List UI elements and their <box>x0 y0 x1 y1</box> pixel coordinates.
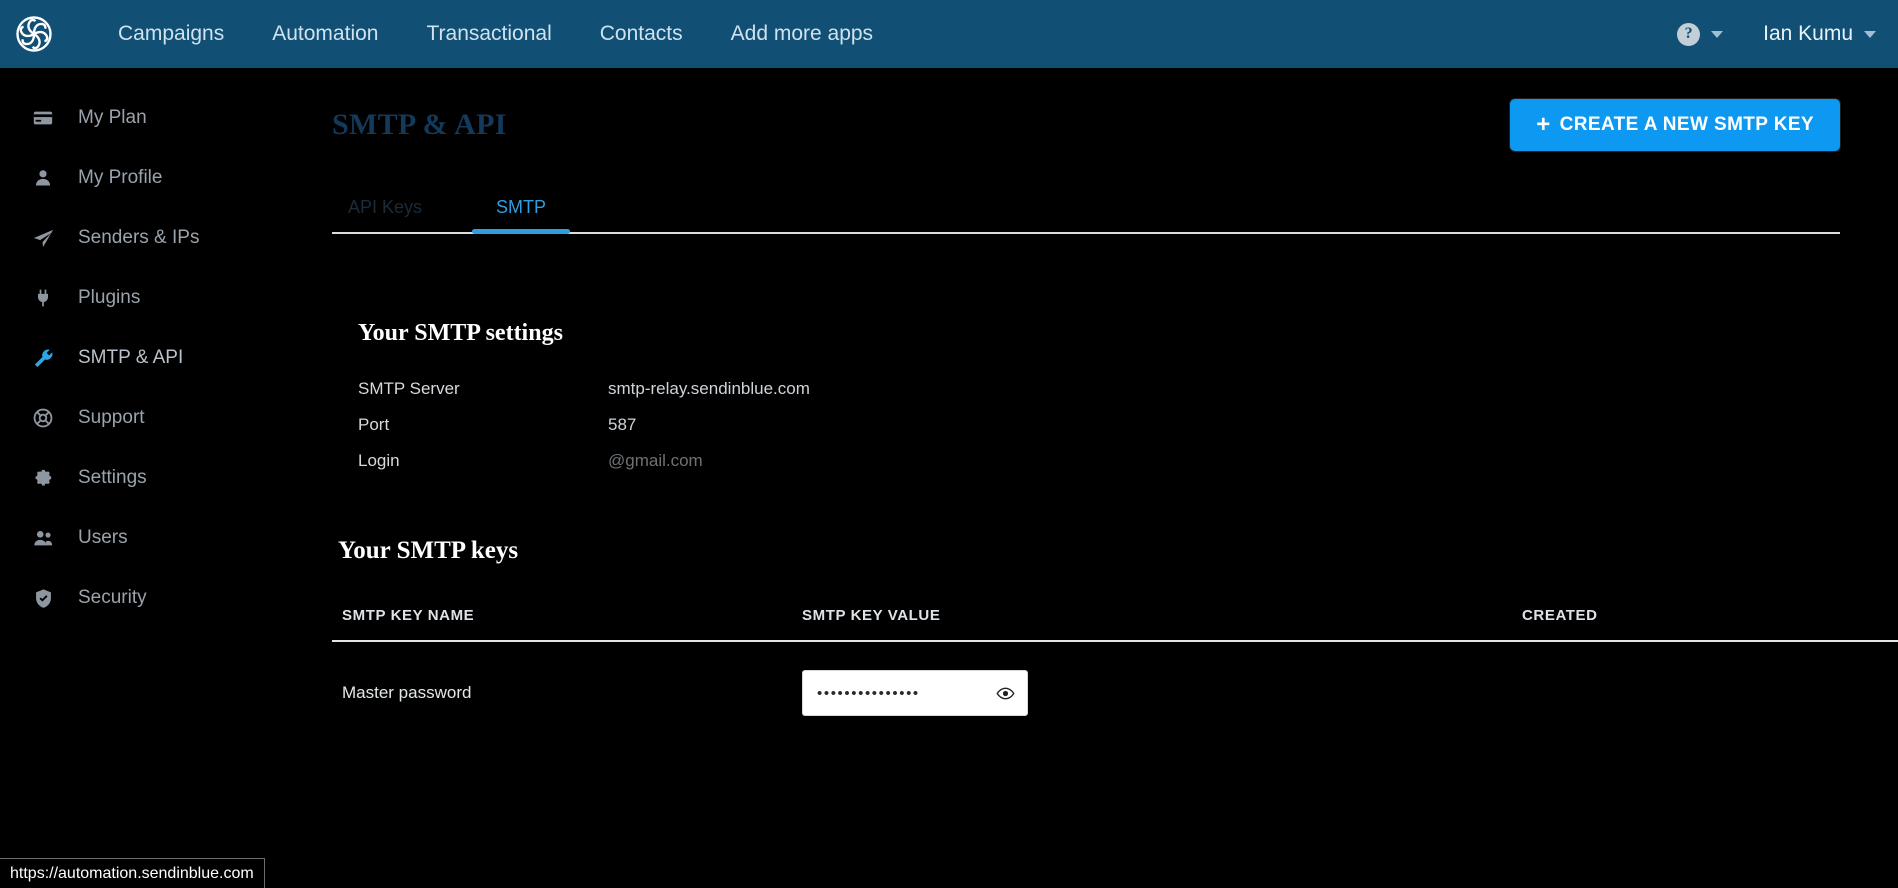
settings-value-port: 587 <box>608 415 637 434</box>
table-header-row: SMTP KEY NAME SMTP KEY VALUE CREATED <box>332 607 1898 642</box>
users-icon <box>26 523 60 553</box>
nav-item-automation[interactable]: Automation <box>248 0 402 68</box>
sidebar-label: Settings <box>78 467 147 488</box>
plug-icon <box>26 283 60 313</box>
sidebar-label: SMTP & API <box>78 347 184 368</box>
user-name-label: Ian Kumu <box>1763 22 1853 45</box>
settings-label: Login <box>358 451 400 470</box>
help-question-icon: ? <box>1677 22 1701 46</box>
sendinblue-pinwheel-logo[interactable] <box>0 0 68 68</box>
sidebar-item-plugins[interactable]: Plugins <box>0 268 272 328</box>
top-navigation-bar: Campaigns Automation Transactional Conta… <box>0 0 1898 68</box>
sidebar-item-settings[interactable]: Settings <box>0 448 272 508</box>
paper-plane-icon <box>26 223 60 253</box>
plus-icon: + <box>1536 111 1551 138</box>
sidebar-item-users[interactable]: Users <box>0 508 272 568</box>
user-menu[interactable]: Ian Kumu <box>1763 22 1876 46</box>
settings-row-port: Port 587 <box>358 415 1840 435</box>
smtp-keys-table: SMTP KEY NAME SMTP KEY VALUE CREATED Mas… <box>332 607 1898 716</box>
chevron-down-icon <box>1711 30 1724 38</box>
smtp-settings-section: Your SMTP settings SMTP Server smtp-rela… <box>332 320 1840 471</box>
primary-nav: Campaigns Automation Transactional Conta… <box>94 0 897 68</box>
tab-bar: API Keys SMTP <box>332 178 1840 234</box>
settings-value-smtp-server: smtp-relay.sendinblue.com <box>608 379 810 398</box>
nav-item-transactional[interactable]: Transactional <box>402 0 575 68</box>
credit-card-icon <box>26 103 60 133</box>
wrench-icon <box>26 343 60 373</box>
account-sidebar: My Plan My Profile Senders & IPs Plugins… <box>0 68 272 888</box>
eye-icon[interactable] <box>996 684 1015 703</box>
masked-key-value: ••••••••••••••• <box>817 684 920 702</box>
sidebar-label: Plugins <box>78 287 141 308</box>
lifebuoy-icon <box>26 403 60 433</box>
page-header: SMTP & API + CREATE A NEW SMTP KEY <box>332 68 1840 154</box>
smtp-keys-section: Your SMTP keys SMTP KEY NAME SMTP KEY VA… <box>332 537 1898 716</box>
sidebar-label: My Profile <box>78 167 163 188</box>
sidebar-item-security[interactable]: Security <box>0 568 272 628</box>
nav-item-contacts[interactable]: Contacts <box>576 0 707 68</box>
smtp-settings-title: Your SMTP settings <box>358 320 563 346</box>
user-icon <box>26 163 60 193</box>
topbar-right-group: ? Ian Kumu <box>1677 0 1898 68</box>
tab-api-keys[interactable]: API Keys <box>342 197 428 232</box>
main-content: SMTP & API + CREATE A NEW SMTP KEY API K… <box>272 68 1898 888</box>
settings-value-login: @gmail.com <box>608 451 703 470</box>
help-menu[interactable]: ? <box>1677 22 1724 46</box>
sidebar-item-smtp-api[interactable]: SMTP & API <box>0 328 272 388</box>
cell-key-value: ••••••••••••••• <box>802 641 1522 716</box>
sidebar-item-support[interactable]: Support <box>0 388 272 448</box>
sidebar-item-senders-ips[interactable]: Senders & IPs <box>0 208 272 268</box>
column-header-smtp-key-value: SMTP KEY VALUE <box>802 607 1522 642</box>
column-header-smtp-key-name: SMTP KEY NAME <box>332 607 802 642</box>
settings-row-smtp-server: SMTP Server smtp-relay.sendinblue.com <box>358 379 1840 399</box>
page-title: SMTP & API <box>332 108 507 141</box>
sidebar-label: Security <box>78 587 147 608</box>
sidebar-label: Senders & IPs <box>78 227 200 248</box>
sidebar-label: Support <box>78 407 145 428</box>
tab-smtp[interactable]: SMTP <box>472 197 571 234</box>
smtp-key-value-input[interactable]: ••••••••••••••• <box>802 670 1028 716</box>
cell-key-name: Master password <box>342 683 472 702</box>
settings-row-login: Login @gmail.com <box>358 451 1840 471</box>
nav-item-add-more-apps[interactable]: Add more apps <box>707 0 897 68</box>
column-header-created: CREATED <box>1522 607 1898 642</box>
smtp-keys-title: Your SMTP keys <box>338 537 519 564</box>
create-button-label: CREATE A NEW SMTP KEY <box>1559 114 1814 135</box>
sidebar-item-my-profile[interactable]: My Profile <box>0 148 272 208</box>
create-a-new-smtp-key-button[interactable]: + CREATE A NEW SMTP KEY <box>1510 99 1840 151</box>
sidebar-label: Users <box>78 527 128 548</box>
nav-item-campaigns[interactable]: Campaigns <box>94 0 248 68</box>
browser-status-bar: https://automation.sendinblue.com <box>0 858 265 888</box>
sidebar-label: My Plan <box>78 107 147 128</box>
settings-label: Port <box>358 415 390 434</box>
shield-check-icon <box>26 583 60 613</box>
table-row: Master password ••••••••••••••• <box>332 641 1898 716</box>
sidebar-item-my-plan[interactable]: My Plan <box>0 88 272 148</box>
settings-label: SMTP Server <box>358 379 460 398</box>
chevron-down-icon <box>1864 30 1876 38</box>
cell-created <box>1522 641 1898 716</box>
gear-icon <box>26 463 60 493</box>
status-bar-url: https://automation.sendinblue.com <box>10 864 254 882</box>
